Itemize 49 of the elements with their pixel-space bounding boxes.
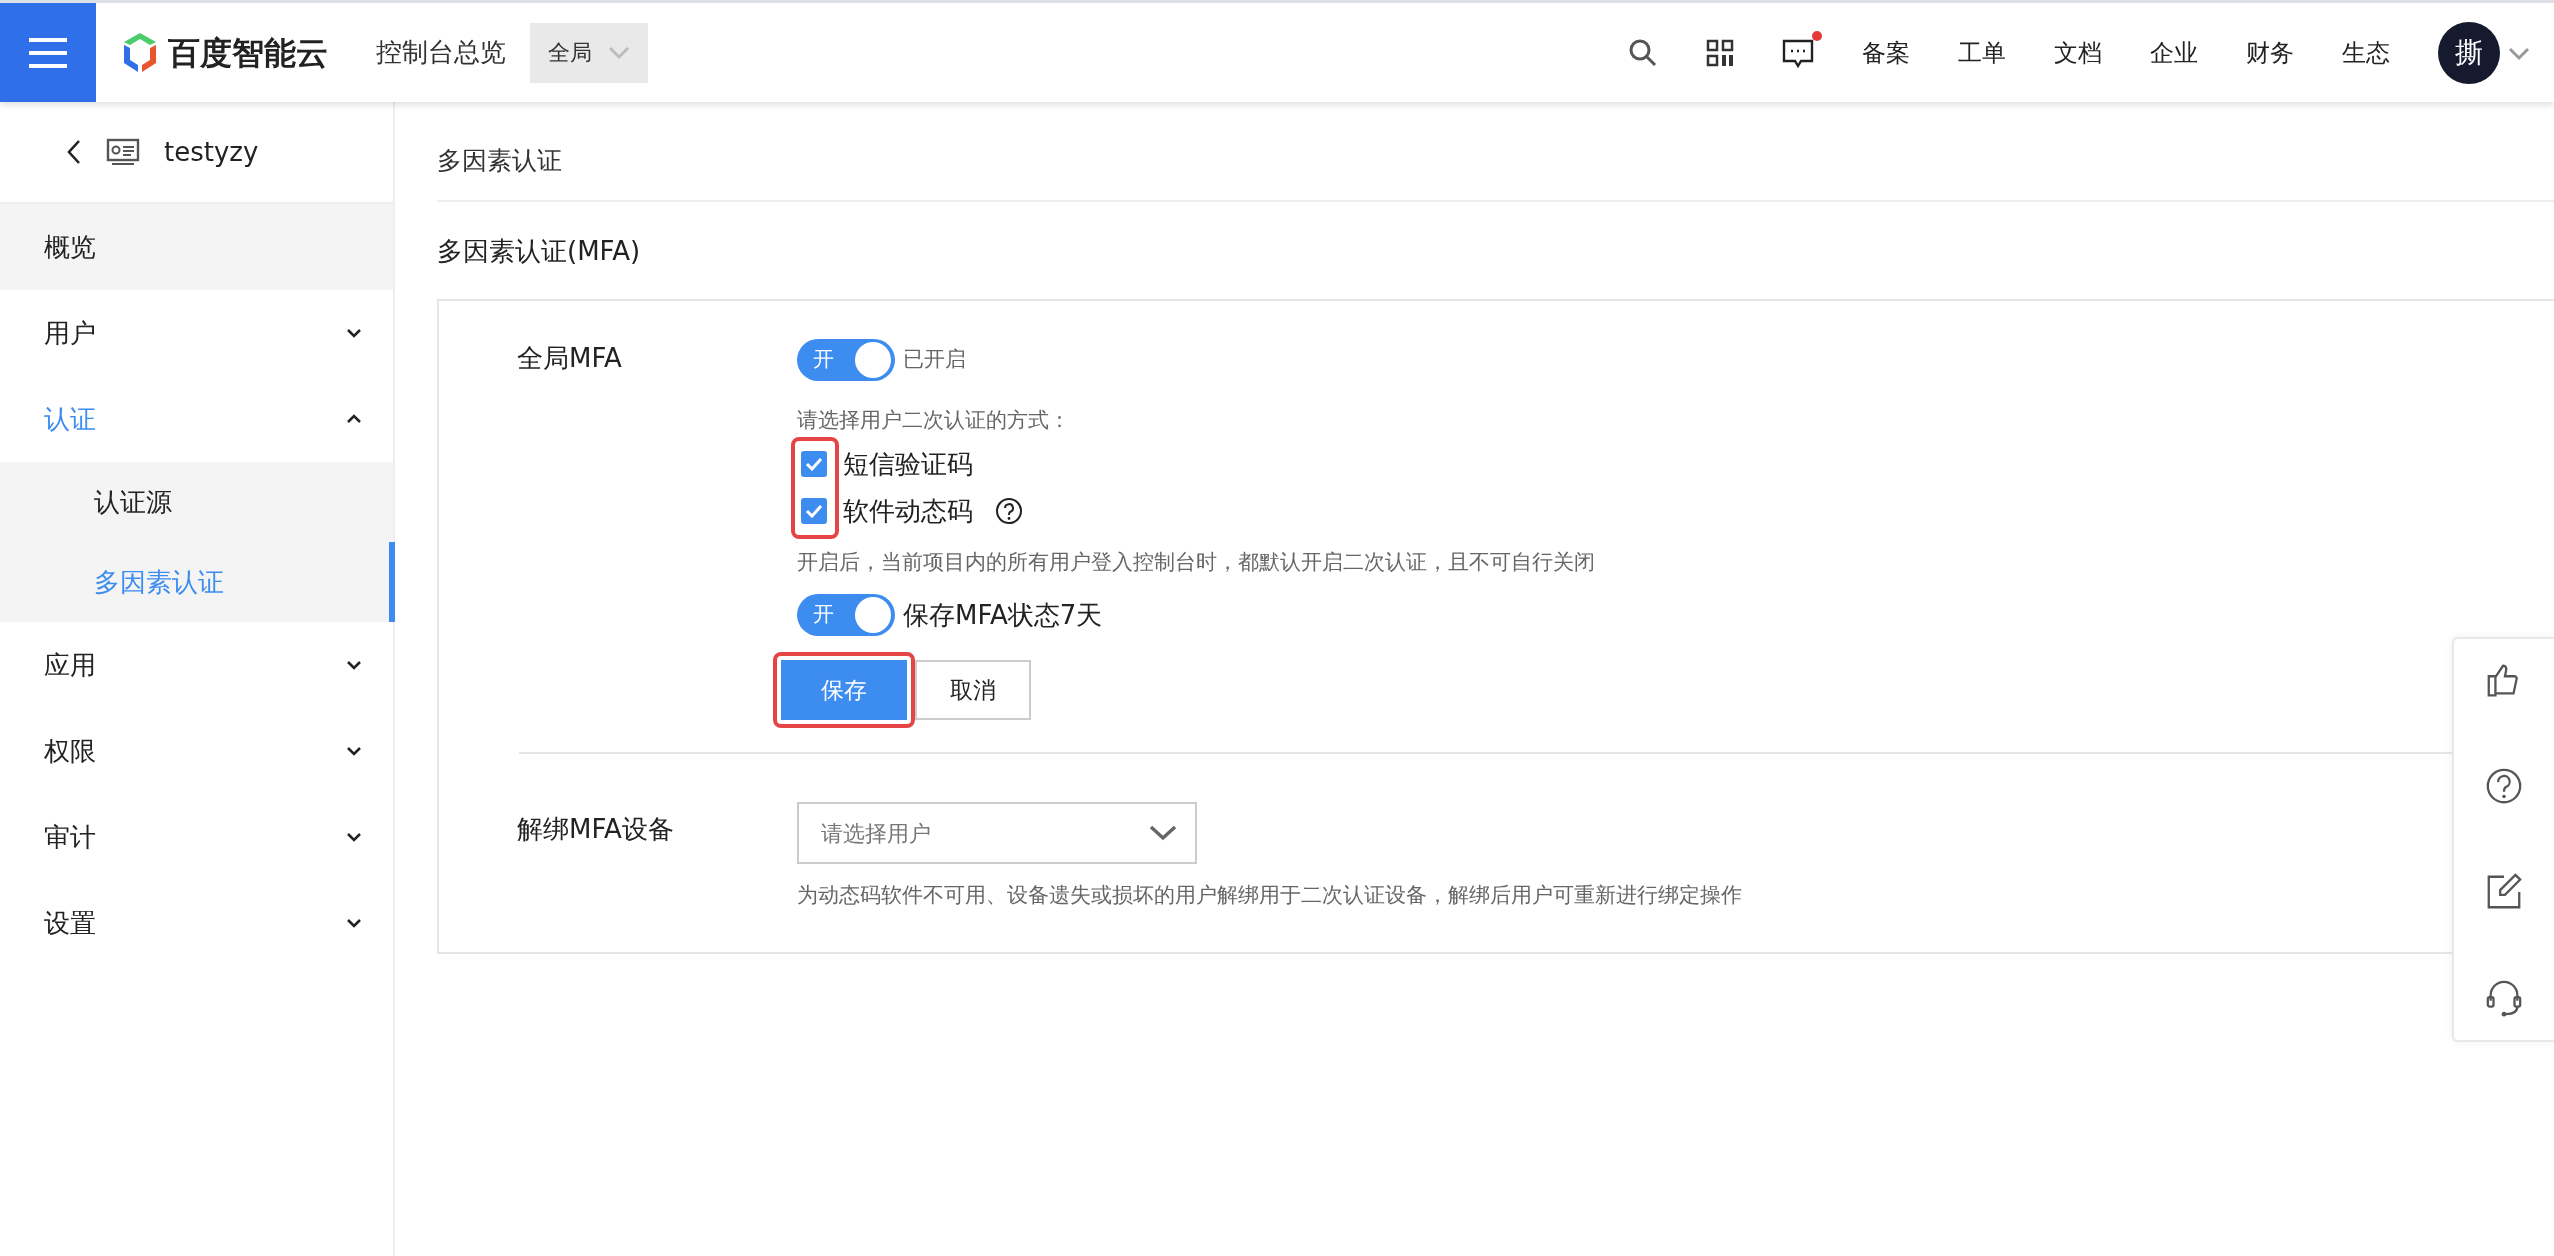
switch-status: 已开启 bbox=[903, 346, 966, 374]
page-title: 多因素认证 bbox=[437, 146, 562, 175]
sidebar-item[interactable]: 审计 bbox=[0, 794, 393, 880]
checkbox[interactable] bbox=[801, 498, 827, 524]
id-card-icon bbox=[106, 138, 140, 166]
message-icon bbox=[1782, 38, 1814, 69]
help-icon[interactable] bbox=[995, 497, 1023, 525]
search-icon bbox=[1628, 37, 1658, 68]
sidebar-item[interactable]: 应用 bbox=[0, 622, 393, 708]
menu-icon bbox=[29, 37, 67, 68]
field-label: 解绑MFA设备 bbox=[517, 814, 674, 844]
sidebar-subitem[interactable]: 认证源 bbox=[0, 462, 393, 542]
nav-link[interactable]: 生态 bbox=[2318, 34, 2414, 71]
checkbox-label: 软件动态码 bbox=[843, 494, 973, 528]
user-avatar[interactable]: 撕 bbox=[2438, 21, 2500, 84]
sidebar-item[interactable]: 概览 bbox=[0, 204, 393, 290]
project-name: testyzy bbox=[164, 135, 259, 169]
check-icon bbox=[805, 457, 823, 471]
messages-button[interactable] bbox=[1782, 38, 1814, 69]
check-icon bbox=[805, 504, 823, 518]
user-select[interactable]: 请选择用户 bbox=[797, 802, 1197, 864]
nav-link[interactable]: 财务 bbox=[2222, 34, 2318, 71]
sidebar-item[interactable]: 权限 bbox=[0, 708, 393, 794]
cancel-button[interactable]: 取消 bbox=[915, 660, 1031, 720]
region-select[interactable]: 全局 bbox=[530, 22, 648, 83]
nav-link[interactable]: 工单 bbox=[1934, 34, 2030, 71]
menu-button[interactable] bbox=[0, 3, 96, 102]
nav-link[interactable]: 备案 bbox=[1838, 34, 1934, 71]
chevron-down-icon[interactable] bbox=[2508, 46, 2530, 61]
search-button[interactable] bbox=[1628, 37, 1658, 68]
methods-prompt: 请选择用户二次认证的方式： bbox=[797, 407, 1070, 434]
sidebar-item[interactable]: 用户 bbox=[0, 290, 393, 376]
field-label: 全局MFA bbox=[517, 343, 622, 373]
checkbox[interactable] bbox=[801, 451, 827, 477]
qr-button[interactable] bbox=[1706, 38, 1734, 67]
checkbox-label: 短信验证码 bbox=[843, 447, 973, 481]
chevron-down-icon bbox=[1149, 824, 1177, 842]
back-button[interactable] bbox=[66, 139, 82, 165]
grid-icon bbox=[1706, 38, 1734, 67]
mfa-note: 开启后，当前项目内的所有用户登入控制台时，都默认开启二次认证，且不可自行关闭 bbox=[797, 548, 1595, 576]
chevron-down-icon bbox=[608, 45, 630, 60]
sidebar-item[interactable]: 设置 bbox=[0, 880, 393, 966]
switch-label: 保存MFA状态7天 bbox=[903, 598, 1103, 632]
section-title: 多因素认证(MFA) bbox=[437, 236, 641, 266]
brand-name: 百度智能云 bbox=[168, 32, 328, 74]
nav-link[interactable]: 企业 bbox=[2126, 34, 2222, 71]
console-title[interactable]: 控制台总览 bbox=[376, 33, 506, 72]
unbind-note: 为动态码软件不可用、设备遗失或损坏的用户解绑用于二次认证设备，解绑后用户可重新进行绑定操作 bbox=[797, 882, 1742, 909]
nav-link[interactable]: 文档 bbox=[2030, 34, 2126, 71]
